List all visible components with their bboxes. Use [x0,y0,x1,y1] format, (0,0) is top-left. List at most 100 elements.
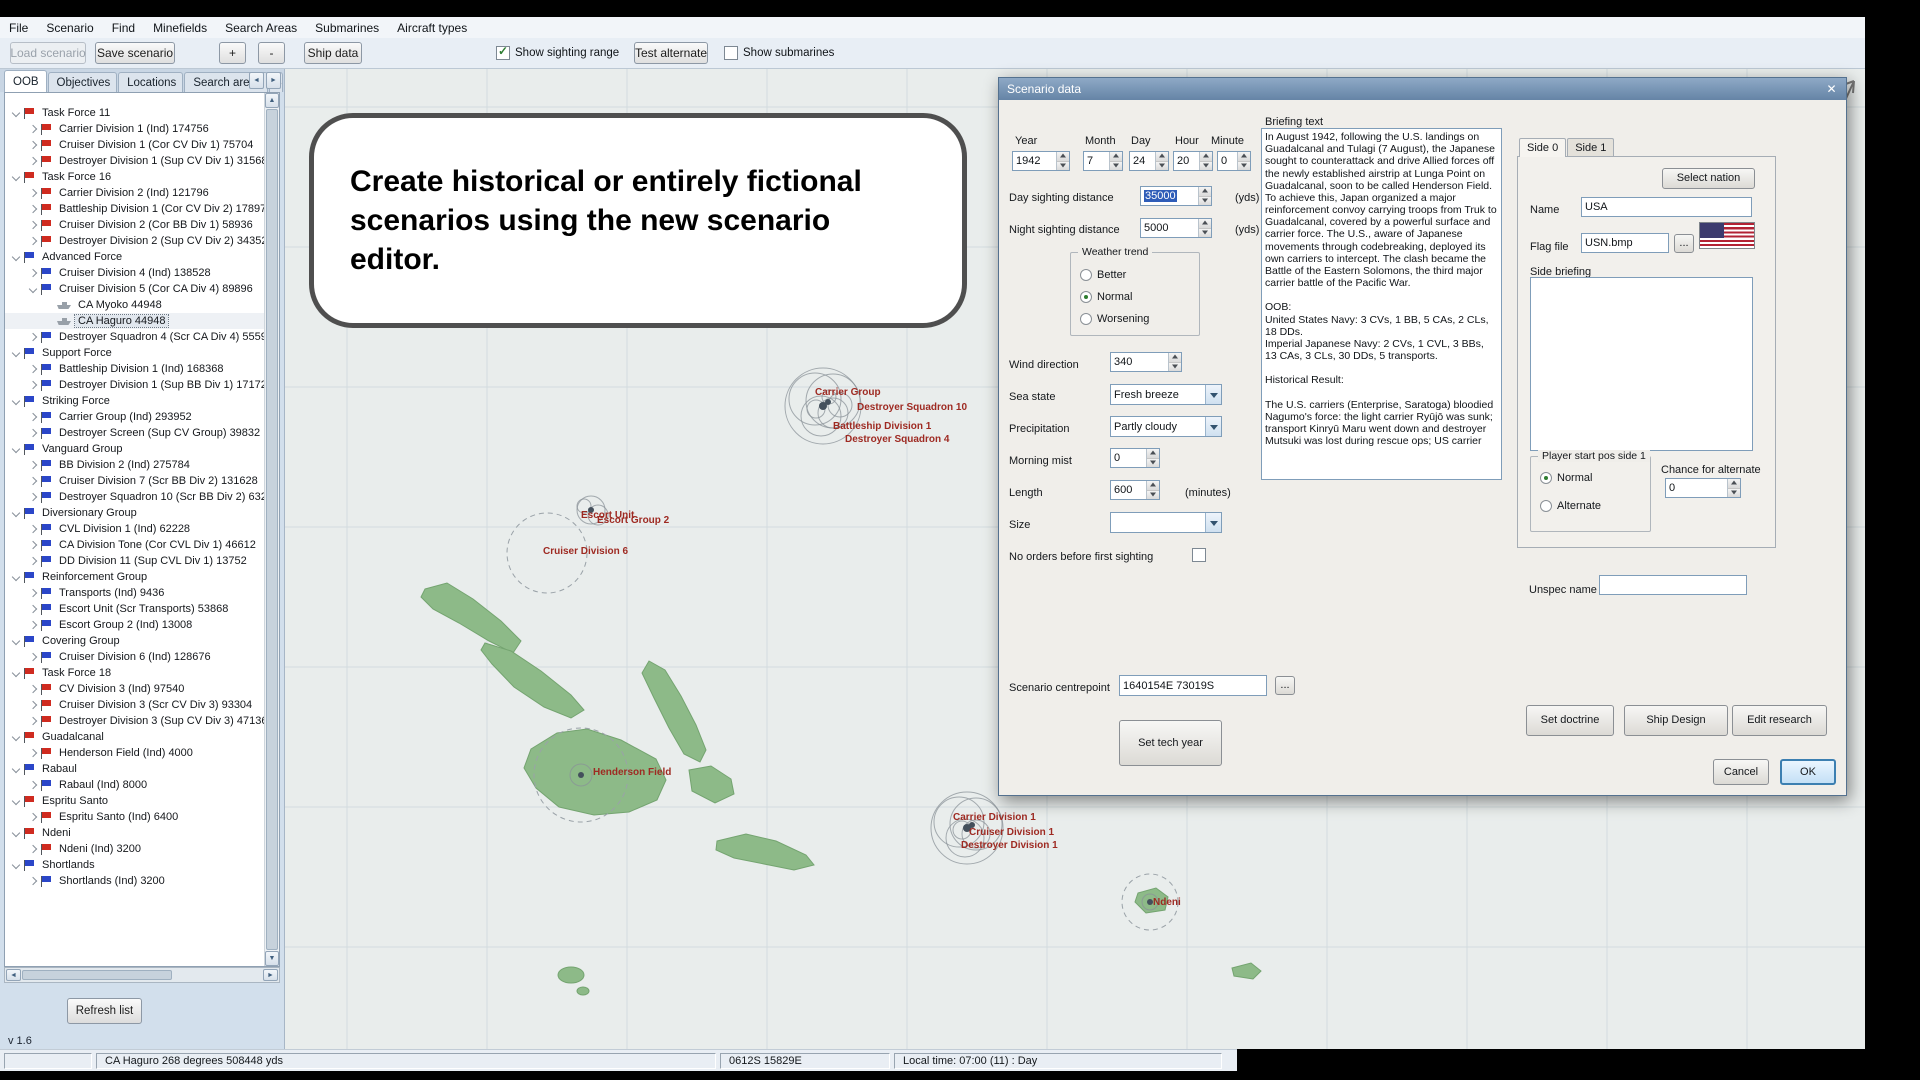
set-doctrine-button[interactable]: Set doctrine [1526,705,1614,736]
tree-expand-icon[interactable] [26,489,40,505]
flag-file-input[interactable]: USN.bmp [1581,233,1669,253]
menu-item-minefields[interactable]: Minefields [144,17,216,38]
tree-item[interactable]: Destroyer Division 2 (Sup CV Div 2) 3435… [5,233,279,249]
ship-design-button[interactable]: Ship Design [1624,705,1728,736]
tree-item[interactable]: Escort Unit (Scr Transports) 53868 [5,601,279,617]
load-scenario-button[interactable]: Load scenario [10,42,86,64]
tree-item[interactable]: Rabaul [5,761,279,777]
tree-expand-icon[interactable] [26,809,40,825]
tree-expand-icon[interactable] [26,409,40,425]
tree-item[interactable]: Task Force 11 [5,105,279,121]
radio-normal[interactable] [1540,472,1552,484]
chevron-down-icon[interactable] [1205,417,1221,436]
tree-item[interactable]: Escort Group 2 (Ind) 13008 [5,617,279,633]
tab-locations[interactable]: Locations [118,72,183,92]
weather-option-normal[interactable]: Normal [1080,290,1149,304]
tree-expand-icon[interactable] [26,201,40,217]
tree-horizontal-scrollbar[interactable]: ◄ ► [4,967,280,983]
tree-collapse-icon[interactable] [9,393,23,409]
tree-item[interactable]: Shortlands (Ind) 3200 [5,873,279,889]
tree-expand-icon[interactable] [26,153,40,169]
tree-item[interactable]: CA Haguro 44948 [5,313,279,329]
side-briefing-textarea[interactable] [1530,277,1753,451]
tree-item[interactable]: Guadalcanal [5,729,279,745]
minute-spinner[interactable]: 0 [1217,151,1251,171]
tree-item[interactable]: Cruiser Division 4 (Ind) 138528 [5,265,279,281]
tree-item[interactable]: Destroyer Division 3 (Sup CV Div 3) 4713… [5,713,279,729]
tree-collapse-icon[interactable] [9,249,23,265]
tree-item[interactable]: Reinforcement Group [5,569,279,585]
tree-item[interactable]: Striking Force [5,393,279,409]
hour-spinner[interactable]: 20 [1173,151,1213,171]
tree-item[interactable]: Task Force 16 [5,169,279,185]
tree-item[interactable]: Advanced Force [5,249,279,265]
tab-side-1[interactable]: Side 1 [1567,138,1614,156]
tree-expand-icon[interactable] [26,473,40,489]
wind-direction-spinner[interactable]: 340 [1110,352,1182,372]
edit-research-button[interactable]: Edit research [1732,705,1827,736]
tree-item[interactable]: Destroyer Division 1 (Sup CV Div 1) 3156… [5,153,279,169]
tree-item[interactable]: Carrier Division 1 (Ind) 174756 [5,121,279,137]
tree-collapse-icon[interactable] [9,793,23,809]
scrollbar-thumb[interactable] [22,970,172,980]
tree-collapse-icon[interactable] [9,857,23,873]
day-spinner[interactable]: 24 [1129,151,1169,171]
radio-normal[interactable] [1080,291,1092,303]
menu-item-scenario[interactable]: Scenario [37,17,102,38]
tree-item[interactable]: Cruiser Division 3 (Scr CV Div 3) 93304 [5,697,279,713]
chance-alternate-spinner[interactable]: 0 [1665,478,1741,498]
tree-expand-icon[interactable] [26,377,40,393]
year-spinner[interactable]: 1942 [1012,151,1070,171]
scroll-right-icon[interactable]: ► [263,969,278,981]
tree-expand-icon[interactable] [26,329,40,345]
tree-expand-icon[interactable] [26,841,40,857]
tree-item[interactable]: Support Force [5,345,279,361]
tree-collapse-icon[interactable] [9,633,23,649]
tree-collapse-icon[interactable] [9,761,23,777]
tree-expand-icon[interactable] [26,457,40,473]
ship-data-button[interactable]: Ship data [304,42,362,64]
tree-collapse-icon[interactable] [9,345,23,361]
scroll-left-icon[interactable]: ◄ [6,969,21,981]
chevron-down-icon[interactable] [1205,513,1221,532]
tree-collapse-icon[interactable] [9,169,23,185]
cancel-button[interactable]: Cancel [1713,759,1769,785]
tree-item[interactable]: Cruiser Division 5 (Cor CA Div 4) 89896 [5,281,279,297]
weather-option-better[interactable]: Better [1080,268,1149,282]
refresh-list-button[interactable]: Refresh list [67,998,142,1024]
tree-item[interactable]: Vanguard Group [5,441,279,457]
precipitation-select[interactable]: Partly cloudy [1110,416,1222,437]
tree-vertical-scrollbar[interactable]: ▲ ▼ [264,93,279,966]
tree-expand-icon[interactable] [26,265,40,281]
zoom-out-button[interactable]: - [258,42,285,64]
name-input[interactable]: USA [1581,197,1752,217]
tree-collapse-icon[interactable] [9,569,23,585]
tree-item[interactable]: CA Division Tone (Cor CVL Div 1) 46612 [5,537,279,553]
tree-item[interactable]: Cruiser Division 6 (Ind) 128676 [5,649,279,665]
set-tech-year-button[interactable]: Set tech year [1119,720,1222,766]
tree-expand-icon[interactable] [26,777,40,793]
tree-item[interactable]: Battleship Division 1 (Cor CV Div 2) 178… [5,201,279,217]
tree-expand-icon[interactable] [26,745,40,761]
weather-option-worsening[interactable]: Worsening [1080,312,1149,326]
tree-item[interactable]: Destroyer Division 1 (Sup BB Div 1) 1717… [5,377,279,393]
length-spinner[interactable]: 600 [1110,480,1160,500]
tree-expand-icon[interactable] [26,697,40,713]
show-submarines-checkbox[interactable] [724,46,738,60]
size-select[interactable] [1110,512,1222,533]
tree-collapse-icon[interactable] [26,281,40,297]
tree-item[interactable]: Henderson Field (Ind) 4000 [5,745,279,761]
tree-item[interactable]: Destroyer Squadron 10 (Scr BB Div 2) 632… [5,489,279,505]
tree-item[interactable]: Task Force 18 [5,665,279,681]
tree-item[interactable]: Transports (Ind) 9436 [5,585,279,601]
tree-expand-icon[interactable] [26,553,40,569]
sea-state-select[interactable]: Fresh breeze [1110,384,1222,405]
player-start-option-alternate[interactable]: Alternate [1540,499,1601,513]
tree-item[interactable]: Espritu Santo [5,793,279,809]
close-icon[interactable]: ✕ [1823,81,1840,97]
centrepoint-browse-button[interactable]: ... [1275,676,1295,695]
tree-expand-icon[interactable] [26,137,40,153]
tree-expand-icon[interactable] [26,649,40,665]
select-nation-button[interactable]: Select nation [1662,168,1755,189]
menu-item-find[interactable]: Find [103,17,144,38]
